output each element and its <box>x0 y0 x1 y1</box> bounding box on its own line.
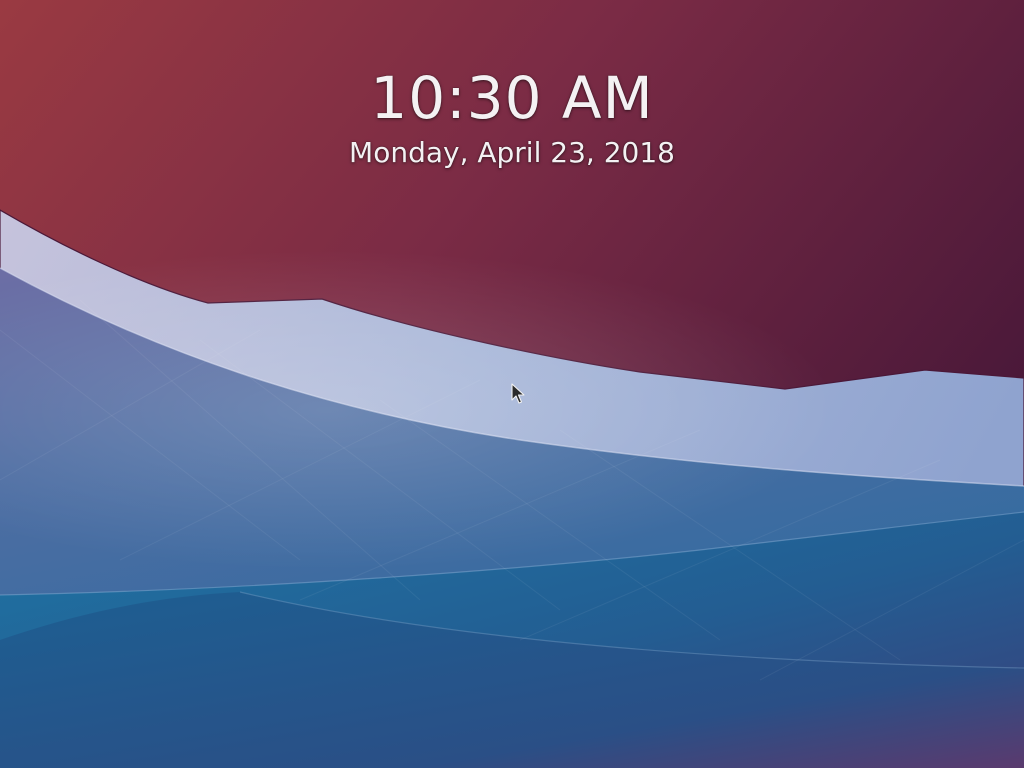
clock-date: Monday, April 23, 2018 <box>349 136 675 169</box>
clock-widget: 10:30 AM Monday, April 23, 2018 <box>0 62 1024 170</box>
mouse-pointer-icon <box>511 383 525 404</box>
clock-time: 10:30 AM <box>370 64 654 132</box>
lock-screen[interactable]: 10:30 AM Monday, April 23, 2018 <box>0 0 1024 768</box>
